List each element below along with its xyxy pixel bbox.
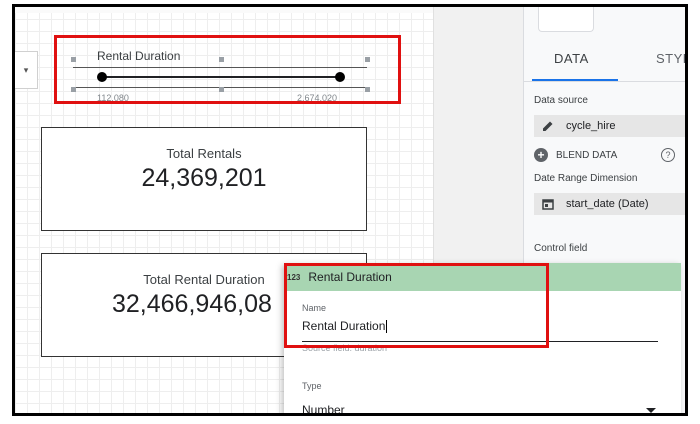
date-range-value: start_date (Date) (566, 198, 649, 210)
blend-data-row[interactable]: + BLEND DATA ? (534, 145, 685, 165)
canvas-top-bar (15, 7, 433, 13)
type-select[interactable]: Number (302, 403, 345, 413)
panel-tabs: DATA STYLE (524, 43, 685, 82)
data-source-chip[interactable]: cycle_hire (534, 115, 685, 137)
tab-data[interactable]: DATA (554, 51, 589, 66)
control-field-label: Control field (534, 243, 588, 254)
scorecard-label: Total Rentals (166, 146, 242, 161)
app-frame: ▾ Rental Duration 112,080 2,674,020 Tota… (12, 4, 688, 416)
data-source-label: Data source (534, 95, 588, 106)
highlight-slider-control (54, 35, 401, 104)
help-icon[interactable]: ? (661, 148, 675, 162)
data-source-name: cycle_hire (566, 120, 616, 132)
type-field-label: Type (302, 381, 322, 391)
tab-style[interactable]: STYLE (656, 51, 685, 66)
edit-pencil-icon[interactable] (540, 118, 556, 134)
scorecard-total-rentals[interactable]: Total Rentals 24,369,201 (41, 127, 367, 231)
add-circle-icon: + (534, 148, 548, 162)
date-range-label: Date Range Dimension (534, 173, 638, 184)
panel-top-control[interactable] (538, 7, 594, 32)
calendar-icon (540, 196, 556, 212)
dropdown-arrow-icon: ▾ (23, 64, 29, 75)
type-dropdown-arrow-icon[interactable] (646, 408, 656, 413)
highlight-field-name (284, 263, 549, 348)
date-range-chip[interactable]: start_date (Date) (534, 193, 685, 215)
page-dropdown[interactable]: ▾ (15, 51, 38, 89)
scorecard-value: 32,466,946,08 (112, 290, 272, 318)
scorecard-value: 24,369,201 (141, 164, 267, 192)
blend-data-label: BLEND DATA (556, 149, 618, 161)
active-tab-indicator (532, 79, 618, 81)
